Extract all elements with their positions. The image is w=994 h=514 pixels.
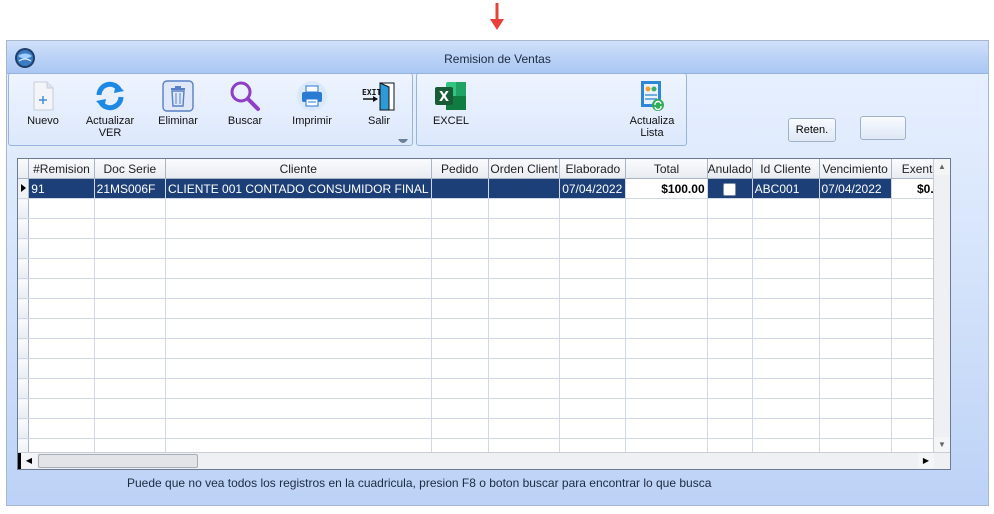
trash-icon — [162, 80, 194, 112]
export-toolbar: X EXCEL Actualiza Lista — [416, 73, 687, 146]
nuevo-button[interactable]: Nuevo — [12, 78, 74, 142]
cell-remision[interactable]: 91 — [28, 178, 95, 199]
row-indicator — [18, 238, 30, 259]
row-indicator — [18, 418, 30, 439]
col-orden-cliente[interactable]: Orden Client — [488, 159, 561, 179]
cell-cliente[interactable]: CLIENTE 001 CONTADO CONSUMIDOR FINAL — [165, 178, 432, 199]
remisiones-grid[interactable]: #Remision Doc Serie Cliente Pedido Orden… — [17, 158, 951, 470]
row-indicator — [18, 318, 30, 339]
buscar-button[interactable]: Buscar — [214, 78, 276, 142]
window-title: Remision de Ventas — [444, 52, 551, 66]
table-row[interactable] — [18, 278, 950, 299]
scroll-right-icon[interactable]: ▶ — [918, 453, 934, 468]
nuevo-label: Nuevo — [27, 115, 59, 127]
new-document-icon — [33, 81, 54, 111]
row-indicator — [18, 258, 30, 279]
cell-id-cliente[interactable]: ABC001 — [752, 178, 820, 199]
printer-icon — [297, 81, 327, 111]
col-pedido[interactable]: Pedido — [431, 159, 489, 179]
col-id-cliente[interactable]: Id Cliente — [752, 159, 820, 179]
salir-button[interactable]: EXIT Salir — [348, 78, 410, 142]
remision-ventas-window: Remision de Ventas Nuevo Actualizar VER — [6, 40, 989, 506]
vertical-scrollbar[interactable]: ▲ ▼ — [933, 159, 950, 453]
table-row[interactable] — [18, 218, 950, 239]
row-indicator — [18, 378, 30, 399]
table-row[interactable] — [18, 198, 950, 219]
remisiones-table: #Remision Doc Serie Cliente Pedido Orden… — [18, 159, 950, 459]
cell-elaborado[interactable]: 07/04/2022 — [559, 178, 627, 199]
list-refresh-icon — [641, 81, 664, 111]
eliminar-button[interactable]: Eliminar — [147, 78, 209, 142]
scroll-down-icon[interactable]: ▼ — [934, 437, 950, 453]
actualizar-label-2: VER — [98, 127, 122, 139]
table-row[interactable] — [18, 398, 950, 419]
col-anulado[interactable]: Anulado — [707, 159, 753, 179]
actualiza-label-1: Actualiza — [629, 115, 675, 127]
imprimir-label: Imprimir — [292, 115, 332, 127]
horizontal-scroll-thumb[interactable] — [38, 454, 198, 468]
window-titlebar: Remision de Ventas — [7, 41, 988, 74]
buscar-label: Buscar — [227, 115, 263, 127]
cell-pedido[interactable] — [431, 178, 489, 199]
table-row[interactable] — [18, 418, 950, 439]
table-row[interactable] — [18, 318, 950, 339]
table-row[interactable] — [18, 238, 950, 259]
row-indicator — [18, 298, 30, 319]
toolbar-resize-tick-icon — [398, 139, 408, 143]
anulado-checkbox[interactable] — [723, 182, 737, 196]
table-row[interactable] — [18, 258, 950, 279]
table-row[interactable] — [18, 358, 950, 379]
blank-button[interactable] — [860, 116, 906, 140]
grid-body: 91 21MS006F CLIENTE 001 CONTADO CONSUMID… — [18, 178, 950, 459]
row-indicator — [18, 218, 30, 239]
eliminar-label: Eliminar — [158, 115, 198, 127]
svg-text:X: X — [439, 90, 449, 105]
actualizar-ver-button[interactable]: Actualizar VER — [79, 78, 141, 142]
cell-anulado[interactable] — [707, 178, 753, 199]
row-indicator — [18, 338, 30, 359]
status-message: Puede que no vea todos los registros en … — [127, 476, 712, 490]
row-pointer-icon — [18, 178, 30, 199]
col-remision[interactable]: #Remision — [28, 159, 95, 179]
row-indicator-header — [18, 159, 30, 179]
col-elaborado[interactable]: Elaborado — [559, 159, 627, 179]
red-arrow-down-icon — [490, 3, 504, 30]
table-row[interactable] — [18, 378, 950, 399]
scroll-left-icon[interactable]: ◀ — [21, 453, 37, 468]
search-icon — [230, 81, 260, 111]
exit-door-icon: EXIT — [362, 82, 395, 111]
salir-label: Salir — [367, 115, 390, 127]
scroll-up-icon[interactable]: ▲ — [934, 159, 950, 175]
row-indicator — [18, 398, 30, 419]
row-indicator — [18, 198, 30, 219]
table-row[interactable] — [18, 338, 950, 359]
grid-header-row: #Remision Doc Serie Cliente Pedido Orden… — [18, 159, 950, 179]
cell-doc-serie[interactable]: 21MS006F — [94, 178, 167, 199]
main-toolbar: Nuevo Actualizar VER Eliminar Buscar Imp… — [8, 73, 413, 146]
col-doc-serie[interactable]: Doc Serie — [94, 159, 167, 179]
imprimir-button[interactable]: Imprimir — [281, 78, 343, 142]
actualiza-lista-button[interactable]: Actualiza Lista — [621, 78, 683, 142]
cell-orden[interactable] — [488, 178, 561, 199]
cell-total[interactable]: $100.00 — [625, 178, 708, 199]
horizontal-scrollbar[interactable]: ◀ ▶ — [18, 452, 950, 469]
actualizar-label-1: Actualizar — [85, 115, 135, 127]
svg-text:EXIT: EXIT — [362, 88, 381, 97]
excel-button[interactable]: X EXCEL — [420, 78, 482, 142]
excel-icon: X — [435, 82, 466, 110]
actualiza-label-2: Lista — [640, 127, 664, 139]
row-indicator — [18, 358, 30, 379]
reten-button[interactable]: Reten. — [788, 118, 836, 142]
table-row[interactable] — [18, 298, 950, 319]
row-indicator — [18, 278, 30, 299]
col-vencimiento[interactable]: Vencimiento — [819, 159, 892, 179]
refresh-icon — [96, 81, 124, 111]
col-cliente[interactable]: Cliente — [165, 159, 432, 179]
cell-vencimiento[interactable]: 07/04/2022 — [819, 178, 892, 199]
table-row[interactable]: 91 21MS006F CLIENTE 001 CONTADO CONSUMID… — [18, 178, 950, 199]
excel-label: EXCEL — [432, 115, 470, 127]
col-total[interactable]: Total — [625, 159, 708, 179]
